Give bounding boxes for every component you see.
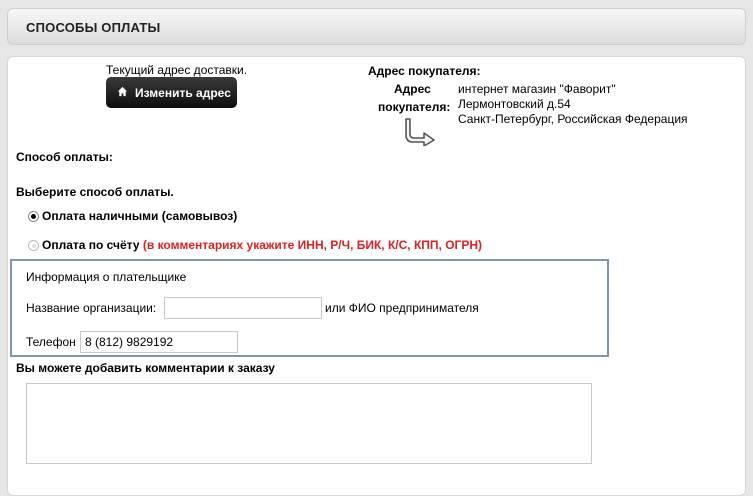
radio-invoice[interactable] <box>28 240 39 251</box>
buyer-address-line-1: интернет магазин "Фаворит" <box>458 82 616 96</box>
buyer-address-heading: Адрес покупателя: <box>368 64 481 78</box>
choose-payment-label: Выберите способ оплаты. <box>16 185 174 199</box>
comments-label: Вы можете добавить комментарии к заказу <box>16 361 275 375</box>
radio-cash[interactable] <box>28 211 39 222</box>
page-title: СПОСОБЫ ОПЛАТЫ <box>26 20 161 35</box>
org-name-input[interactable] <box>164 297 322 319</box>
option-invoice-label[interactable]: Оплата по счёту (в комментариях укажите … <box>42 238 482 252</box>
option-cash-label[interactable]: Оплата наличными (самовывоз) <box>42 209 237 223</box>
phone-label: Телефон <box>26 335 76 349</box>
buyer-address-line-2: Лермонтовский д.54 <box>458 97 571 111</box>
comments-textarea[interactable] <box>26 383 592 464</box>
or-entrepreneur-label: или ФИО предпринимателя <box>325 301 479 315</box>
payment-method-label: Способ оплаты: <box>16 150 113 164</box>
phone-input[interactable] <box>80 331 238 353</box>
section-header-bar: СПОСОБЫ ОПЛАТЫ <box>7 8 746 45</box>
home-icon <box>109 86 135 100</box>
curved-arrow-icon <box>405 118 435 146</box>
change-address-button[interactable]: Изменить адрес <box>106 77 237 108</box>
buyer-address-side-label-1: Адрес <box>394 82 431 96</box>
org-name-label: Название организации: <box>26 301 157 315</box>
payer-info-title: Информация о плательщике <box>26 270 187 284</box>
option-invoice-note: (в комментариях укажите ИНН, Р/Ч, БИК, К… <box>142 238 483 252</box>
option-invoice-text: Оплата по счёту <box>42 238 140 252</box>
change-address-label: Изменить адрес <box>135 85 231 100</box>
current-address-label: Текущий адрес доставки. <box>106 63 248 77</box>
buyer-address-line-3: Санкт-Петербург, Российская Федерация <box>458 112 688 126</box>
buyer-address-side-label-2: покупателя: <box>378 100 451 114</box>
